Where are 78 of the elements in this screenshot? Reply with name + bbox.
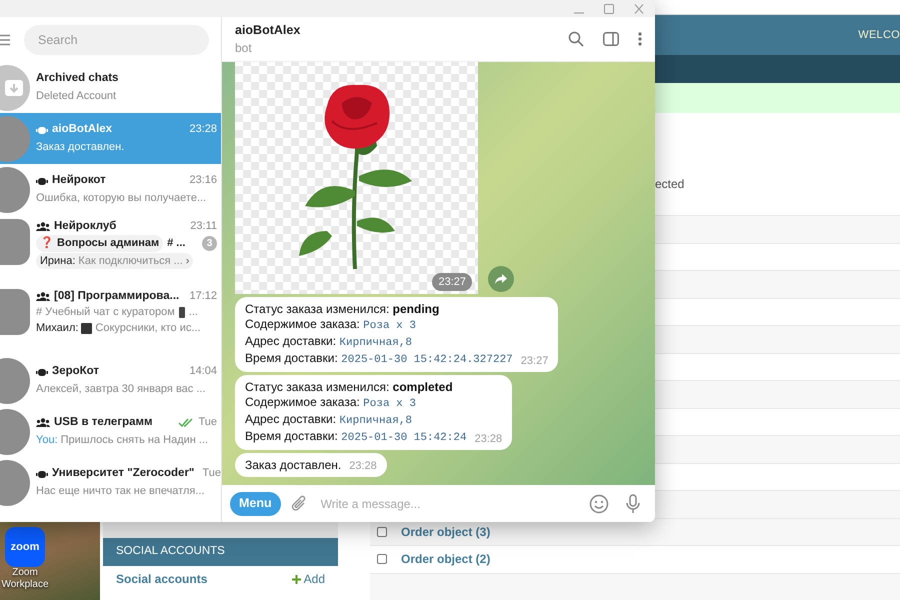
chat-time: 17:12 [189, 289, 217, 304]
chat-preview: Ошибка, которую вы получаете... [36, 191, 208, 206]
close-icon[interactable] [633, 4, 645, 14]
group-icon [36, 222, 50, 231]
message-line: Адрес доставки: Кирпичная,8 [245, 412, 414, 429]
chat-time: 14:04 [189, 364, 217, 379]
message-line: Содержимое заказа: Роза x 3 [245, 317, 417, 334]
chat-list-item[interactable]: Университет "Zerocoder" Tue Нас еще ничто так не впечатля... [0, 457, 221, 508]
zoom-app-icon[interactable]: zoom [5, 527, 45, 567]
last-message-chip[interactable]: Ирина: Как подключиться ... › [36, 253, 194, 269]
row-link[interactable]: Order object (3) [401, 522, 490, 541]
message-line: Заказ доставлен. [245, 458, 342, 473]
chat-time: Tue [198, 415, 217, 430]
group-icon [36, 418, 50, 427]
sidebar-toggle-icon[interactable] [603, 32, 619, 46]
welcome-text: WELCO [858, 28, 900, 43]
topic-line: # Учебный чат с куратором [36, 305, 175, 320]
more-text: ... [188, 305, 198, 320]
menu-icon[interactable] [0, 34, 10, 46]
message-time: 23:28 [349, 459, 377, 473]
more-options-icon[interactable] [638, 32, 642, 46]
chat-preview: You: Пришлось снять на Надин ... [36, 433, 210, 448]
bot-icon [36, 124, 48, 134]
plus-icon [292, 574, 301, 584]
chat-preview: Михаил: Сокурсники, кто ис... [36, 321, 202, 336]
unread-count-badge: 3 [202, 236, 217, 251]
chat-name: aioBotAlex [52, 122, 112, 137]
partial-text: ected [655, 176, 684, 193]
chat-name: USB в телеграмм [54, 415, 153, 430]
search-icon[interactable] [568, 31, 584, 47]
chat-name: [08] Программирова... [54, 289, 180, 304]
microphone-icon[interactable] [625, 494, 641, 514]
share-arrow-icon [495, 274, 507, 284]
chat-title: aioBotAlex [235, 22, 302, 39]
topic-chip[interactable]: ❓ Вопросы админам [36, 235, 164, 252]
chat-time: Tue [202, 466, 221, 481]
chat-name: Archived chats [36, 71, 118, 86]
chat-preview: Нас еще ничто так не впечатля... [36, 484, 206, 499]
chat-time: 23:11 [190, 219, 217, 234]
chat-name: ЗероКот [52, 364, 100, 379]
row-link[interactable]: Order object (2) [401, 550, 490, 568]
chat-preview: Заказ доставлен. [36, 140, 126, 155]
phone-icon [178, 307, 185, 318]
maximize-icon[interactable] [603, 4, 615, 14]
shortcut-label: Zoom Workplace [0, 567, 50, 591]
row-checkbox[interactable] [377, 526, 387, 537]
message-time: 23:27 [520, 354, 548, 368]
topic-name: # ... [167, 236, 186, 251]
chat-time: 23:16 [189, 173, 217, 188]
message-input[interactable]: Write a message... [320, 494, 579, 512]
chat-preview: Deleted Account [36, 89, 118, 104]
archive-box-icon [4, 78, 24, 96]
message-line: Статус заказа изменился: pending [245, 302, 440, 317]
share-button[interactable] [488, 266, 514, 292]
chat-preview: Алексей, завтра 30 января вас ... [36, 382, 207, 397]
bot-icon [36, 366, 48, 376]
chat-status: bot [235, 40, 253, 58]
chat-name: Нейроклуб [54, 219, 116, 234]
message-time: 23:27 [432, 272, 472, 291]
group-icon [36, 292, 50, 301]
emoji-icon[interactable] [589, 494, 609, 514]
add-link[interactable]: Add [292, 570, 325, 588]
search-field[interactable]: Search [24, 24, 209, 54]
chat-name: Университет "Zerocoder" [52, 466, 194, 481]
chat-name: Нейрокот [52, 173, 106, 188]
row-checkbox[interactable] [377, 554, 387, 564]
sidebar-link[interactable]: Social accounts [116, 570, 208, 588]
bot-icon [36, 176, 48, 186]
message-time: 23:28 [474, 432, 502, 446]
message-line: Время доставки: 2025-01-30 15:42:24 [245, 429, 467, 446]
bot-icon [36, 468, 48, 478]
message-line: Статус заказа изменился: completed [245, 380, 454, 395]
chat-time: 23:28 [189, 122, 217, 137]
sidebar-section-header: SOCIAL ACCOUNTS [103, 538, 338, 566]
message-line: Время доставки: 2025-01-30 15:42:24.327227 [245, 351, 513, 368]
message-line: Адрес доставки: Кирпичная,8 [245, 334, 414, 351]
paperclip-icon[interactable] [290, 494, 307, 512]
message-line: Содержимое заказа: Роза x 3 [245, 395, 417, 412]
